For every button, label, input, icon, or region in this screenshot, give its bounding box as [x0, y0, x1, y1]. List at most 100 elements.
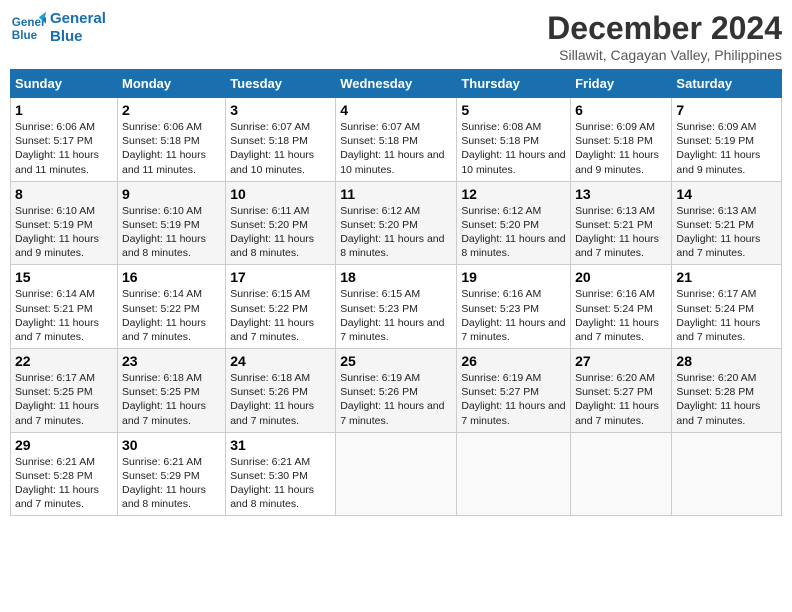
calendar-cell: 21 Sunrise: 6:17 AMSunset: 5:24 PMDayligh… [672, 265, 782, 349]
day-number: 13 [575, 186, 667, 202]
cell-info: Sunrise: 6:10 AMSunset: 5:19 PMDaylight:… [122, 205, 206, 260]
logo-icon: General Blue [10, 10, 46, 46]
day-number: 24 [230, 353, 331, 369]
logo: General Blue GeneralBlue [10, 10, 106, 46]
calendar-cell: 17 Sunrise: 6:15 AMSunset: 5:22 PMDayligh… [226, 265, 336, 349]
cell-info: Sunrise: 6:19 AMSunset: 5:26 PMDaylight:… [340, 372, 444, 427]
cell-info: Sunrise: 6:21 AMSunset: 5:30 PMDaylight:… [230, 456, 314, 511]
cell-info: Sunrise: 6:16 AMSunset: 5:24 PMDaylight:… [575, 288, 659, 343]
calendar-day-header: Wednesday [336, 70, 457, 98]
calendar-cell: 9 Sunrise: 6:10 AMSunset: 5:19 PMDaylight… [118, 181, 226, 265]
calendar-cell: 12 Sunrise: 6:12 AMSunset: 5:20 PMDayligh… [457, 181, 571, 265]
cell-info: Sunrise: 6:17 AMSunset: 5:25 PMDaylight:… [15, 372, 99, 427]
calendar-cell [571, 432, 672, 516]
calendar-cell: 30 Sunrise: 6:21 AMSunset: 5:29 PMDayligh… [118, 432, 226, 516]
calendar-cell: 31 Sunrise: 6:21 AMSunset: 5:30 PMDayligh… [226, 432, 336, 516]
calendar-cell: 5 Sunrise: 6:08 AMSunset: 5:18 PMDaylight… [457, 98, 571, 182]
day-number: 21 [676, 269, 777, 285]
day-number: 8 [15, 186, 113, 202]
day-number: 14 [676, 186, 777, 202]
cell-info: Sunrise: 6:09 AMSunset: 5:19 PMDaylight:… [676, 121, 760, 176]
calendar-cell: 8 Sunrise: 6:10 AMSunset: 5:19 PMDaylight… [11, 181, 118, 265]
calendar-cell: 24 Sunrise: 6:18 AMSunset: 5:26 PMDayligh… [226, 349, 336, 433]
cell-info: Sunrise: 6:13 AMSunset: 5:21 PMDaylight:… [676, 205, 760, 260]
cell-info: Sunrise: 6:18 AMSunset: 5:25 PMDaylight:… [122, 372, 206, 427]
day-number: 6 [575, 102, 667, 118]
cell-info: Sunrise: 6:06 AMSunset: 5:17 PMDaylight:… [15, 121, 99, 176]
cell-info: Sunrise: 6:15 AMSunset: 5:22 PMDaylight:… [230, 288, 314, 343]
calendar-cell: 3Sunrise: 6:07 AMSunset: 5:18 PMDaylight… [226, 98, 336, 182]
cell-info: Sunrise: 6:17 AMSunset: 5:24 PMDaylight:… [676, 288, 760, 343]
calendar-cell: 7 Sunrise: 6:09 AMSunset: 5:19 PMDaylight… [672, 98, 782, 182]
cell-info: Sunrise: 6:19 AMSunset: 5:27 PMDaylight:… [461, 372, 565, 427]
cell-info: Sunrise: 6:16 AMSunset: 5:23 PMDaylight:… [461, 288, 565, 343]
page-title: December 2024 [547, 10, 782, 47]
day-number: 26 [461, 353, 566, 369]
day-number: 28 [676, 353, 777, 369]
day-number: 23 [122, 353, 221, 369]
calendar-cell: 22 Sunrise: 6:17 AMSunset: 5:25 PMDayligh… [11, 349, 118, 433]
calendar-cell: 14 Sunrise: 6:13 AMSunset: 5:21 PMDayligh… [672, 181, 782, 265]
svg-text:Blue: Blue [12, 29, 38, 42]
calendar-cell: 25Sunrise: 6:19 AMSunset: 5:26 PMDayligh… [336, 349, 457, 433]
day-number: 12 [461, 186, 566, 202]
day-number: 9 [122, 186, 221, 202]
calendar-cell: 11Sunrise: 6:12 AMSunset: 5:20 PMDayligh… [336, 181, 457, 265]
calendar-day-header: Monday [118, 70, 226, 98]
cell-info: Sunrise: 6:07 AMSunset: 5:18 PMDaylight:… [230, 121, 314, 176]
calendar-cell: 29 Sunrise: 6:21 AMSunset: 5:28 PMDayligh… [11, 432, 118, 516]
calendar-cell: 28 Sunrise: 6:20 AMSunset: 5:28 PMDayligh… [672, 349, 782, 433]
cell-info: Sunrise: 6:12 AMSunset: 5:20 PMDaylight:… [340, 205, 444, 260]
page-subtitle: Sillawit, Cagayan Valley, Philippines [547, 47, 782, 63]
day-number: 4 [340, 102, 452, 118]
page-header: General Blue GeneralBlue December 2024 S… [10, 10, 782, 63]
calendar-cell: 13 Sunrise: 6:13 AMSunset: 5:21 PMDayligh… [571, 181, 672, 265]
calendar-cell: 27 Sunrise: 6:20 AMSunset: 5:27 PMDayligh… [571, 349, 672, 433]
calendar-week-row: 15 Sunrise: 6:14 AMSunset: 5:21 PMDayligh… [11, 265, 782, 349]
cell-info: Sunrise: 6:08 AMSunset: 5:18 PMDaylight:… [461, 121, 565, 176]
cell-info: Sunrise: 6:06 AMSunset: 5:18 PMDaylight:… [122, 121, 206, 176]
cell-info: Sunrise: 6:11 AMSunset: 5:20 PMDaylight:… [230, 205, 314, 260]
day-number: 31 [230, 437, 331, 453]
day-number: 29 [15, 437, 113, 453]
day-number: 5 [461, 102, 566, 118]
cell-info: Sunrise: 6:20 AMSunset: 5:28 PMDaylight:… [676, 372, 760, 427]
calendar-cell: 15 Sunrise: 6:14 AMSunset: 5:21 PMDayligh… [11, 265, 118, 349]
cell-info: Sunrise: 6:21 AMSunset: 5:29 PMDaylight:… [122, 456, 206, 511]
calendar-week-row: 29 Sunrise: 6:21 AMSunset: 5:28 PMDayligh… [11, 432, 782, 516]
calendar-cell: 2 Sunrise: 6:06 AMSunset: 5:18 PMDaylight… [118, 98, 226, 182]
calendar-cell: 4 Sunrise: 6:07 AMSunset: 5:18 PMDaylight… [336, 98, 457, 182]
calendar-week-row: 8 Sunrise: 6:10 AMSunset: 5:19 PMDaylight… [11, 181, 782, 265]
day-number: 27 [575, 353, 667, 369]
logo-text: GeneralBlue [50, 10, 106, 46]
calendar-cell: 1Sunrise: 6:06 AMSunset: 5:17 PMDaylight… [11, 98, 118, 182]
calendar-cell: 16 Sunrise: 6:14 AMSunset: 5:22 PMDayligh… [118, 265, 226, 349]
cell-info: Sunrise: 6:12 AMSunset: 5:20 PMDaylight:… [461, 205, 565, 260]
cell-info: Sunrise: 6:14 AMSunset: 5:22 PMDaylight:… [122, 288, 206, 343]
calendar-table: SundayMondayTuesdayWednesdayThursdayFrid… [10, 69, 782, 516]
cell-info: Sunrise: 6:21 AMSunset: 5:28 PMDaylight:… [15, 456, 99, 511]
day-number: 15 [15, 269, 113, 285]
calendar-cell: 20 Sunrise: 6:16 AMSunset: 5:24 PMDayligh… [571, 265, 672, 349]
calendar-day-header: Thursday [457, 70, 571, 98]
calendar-cell [457, 432, 571, 516]
calendar-cell: 26 Sunrise: 6:19 AMSunset: 5:27 PMDayligh… [457, 349, 571, 433]
day-number: 20 [575, 269, 667, 285]
day-number: 22 [15, 353, 113, 369]
calendar-cell [336, 432, 457, 516]
cell-info: Sunrise: 6:18 AMSunset: 5:26 PMDaylight:… [230, 372, 314, 427]
day-number: 19 [461, 269, 566, 285]
cell-info: Sunrise: 6:07 AMSunset: 5:18 PMDaylight:… [340, 121, 444, 176]
calendar-week-row: 22 Sunrise: 6:17 AMSunset: 5:25 PMDayligh… [11, 349, 782, 433]
calendar-cell: 6Sunrise: 6:09 AMSunset: 5:18 PMDaylight… [571, 98, 672, 182]
day-number: 2 [122, 102, 221, 118]
calendar-day-header: Tuesday [226, 70, 336, 98]
day-number: 16 [122, 269, 221, 285]
cell-info: Sunrise: 6:10 AMSunset: 5:19 PMDaylight:… [15, 205, 99, 260]
day-number: 17 [230, 269, 331, 285]
cell-info: Sunrise: 6:14 AMSunset: 5:21 PMDaylight:… [15, 288, 99, 343]
cell-info: Sunrise: 6:20 AMSunset: 5:27 PMDaylight:… [575, 372, 659, 427]
day-number: 7 [676, 102, 777, 118]
cell-info: Sunrise: 6:13 AMSunset: 5:21 PMDaylight:… [575, 205, 659, 260]
day-number: 30 [122, 437, 221, 453]
